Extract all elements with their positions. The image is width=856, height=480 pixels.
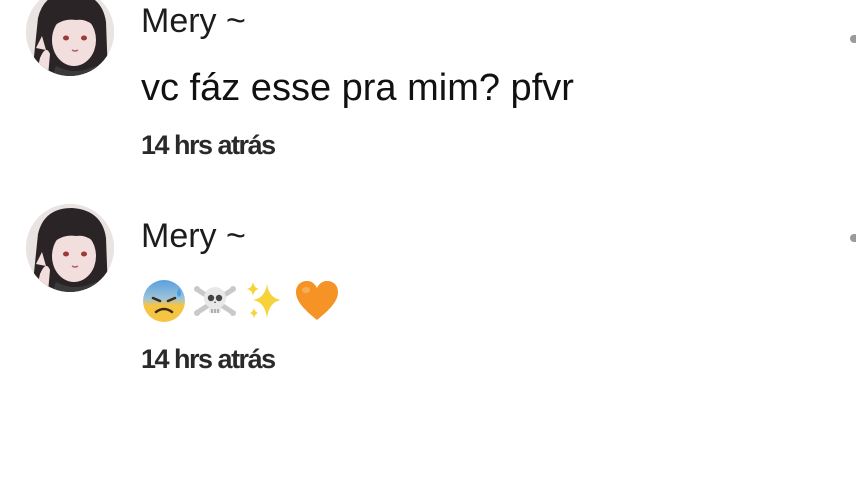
comment-timestamp: 14 hrs atrás [141, 344, 276, 374]
comment-text: vc fáz esse pra mim? pfvr [141, 67, 574, 109]
comments-screen: Mery ~ vc fáz esse pra mim? pfvr 14 hrs … [0, 0, 856, 480]
comment-item: Mery ~ 14 hrs atrás [0, 200, 856, 400]
comment-author[interactable]: Mery ~ [141, 216, 246, 256]
more-options-icon[interactable] [850, 35, 856, 43]
comment-author[interactable]: Mery ~ [141, 1, 246, 41]
orange-heart-icon [294, 278, 340, 324]
comment-timestamp: 14 hrs atrás [141, 130, 276, 160]
avatar[interactable] [26, 204, 114, 292]
comment-emojis [141, 278, 340, 324]
sparkles-icon [243, 278, 289, 324]
comment-item: Mery ~ vc fáz esse pra mim? pfvr 14 hrs … [0, 0, 856, 200]
more-options-icon[interactable] [850, 234, 856, 242]
avatar[interactable] [26, 0, 114, 76]
anxious-face-with-sweat-icon [141, 278, 187, 324]
skull-and-crossbones-icon [192, 278, 238, 324]
